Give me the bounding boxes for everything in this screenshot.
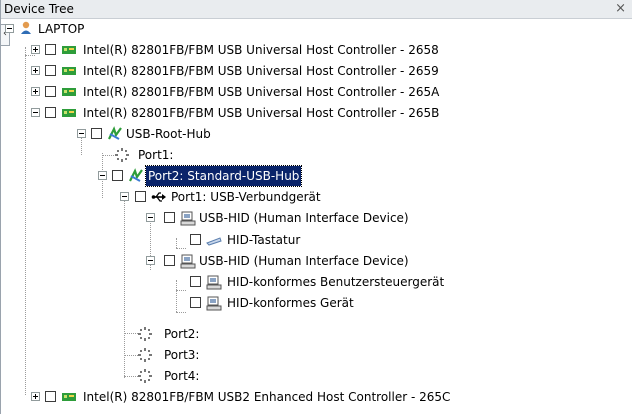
- checkbox[interactable]: [164, 212, 175, 223]
- node-label: Intel(R) 82801FB/FBM USB Universal Host …: [83, 43, 439, 57]
- collapse-toggle[interactable]: [98, 171, 107, 180]
- tree-node-composite-device[interactable]: Port1: USB-Verbundgerät: [1, 187, 632, 207]
- collapse-toggle[interactable]: [146, 256, 155, 265]
- node-label: LAPTOP: [38, 22, 85, 36]
- device-tree-panel: Device Tree × ‹ LAPTOP Intel(R) 82801FB/…: [0, 0, 632, 414]
- usb-composite-icon: [151, 192, 166, 202]
- tree-node-hid[interactable]: USB-HID (Human Interface Device): [1, 208, 632, 228]
- expand-toggle[interactable]: [31, 66, 40, 75]
- laptop-icon: [21, 21, 31, 34]
- node-label: HID-Tastatur: [227, 233, 301, 247]
- node-label: USB-Root-Hub: [126, 127, 211, 141]
- usb-controller-icon: [62, 393, 76, 401]
- checkbox[interactable]: [91, 128, 102, 139]
- usb-hub-icon: [129, 168, 143, 182]
- tree-node-root-hub[interactable]: USB-Root-Hub: [1, 124, 632, 144]
- node-label: Port1: USB-Verbundgerät: [171, 190, 321, 204]
- usb-controller-icon: [62, 88, 76, 96]
- collapse-toggle[interactable]: [120, 192, 129, 201]
- checkbox[interactable]: [45, 44, 56, 55]
- tree-node-hid[interactable]: USB-HID (Human Interface Device): [1, 251, 632, 271]
- node-label-selected: Port2: Standard-USB-Hub: [144, 165, 303, 187]
- tree-node-port2-hub[interactable]: Port2: Standard-USB-Hub: [1, 165, 632, 187]
- node-label: Intel(R) 82801FB/FBM USB Universal Host …: [83, 106, 440, 120]
- collapse-toggle[interactable]: [5, 24, 14, 33]
- checkbox[interactable]: [164, 255, 175, 266]
- usb-port-icon: [138, 348, 152, 362]
- node-label: Port2:: [164, 327, 200, 341]
- collapse-toggle[interactable]: [31, 108, 40, 117]
- collapse-toggle[interactable]: [146, 213, 155, 222]
- node-label: HID-konformes Gerät: [227, 296, 354, 310]
- usb-hub-icon: [108, 126, 122, 140]
- tree-node-hid-consumer-control[interactable]: HID-konformes Benutzersteuergerät: [1, 272, 632, 292]
- tree-node-laptop[interactable]: LAPTOP: [1, 19, 632, 39]
- node-label: Port4:: [164, 369, 200, 383]
- expand-toggle[interactable]: [31, 45, 40, 54]
- tree-node-port[interactable]: Port2:: [1, 324, 632, 344]
- checkbox[interactable]: [190, 234, 201, 245]
- node-label: USB-HID (Human Interface Device): [199, 211, 409, 225]
- usb-controller-icon: [62, 109, 76, 117]
- tree-node-host-controller[interactable]: Intel(R) 82801FB/FBM USB Universal Host …: [1, 61, 632, 81]
- node-label: HID-konformes Benutzersteuergerät: [227, 275, 445, 289]
- tree-node-port[interactable]: Port3:: [1, 345, 632, 365]
- expand-toggle[interactable]: [31, 87, 40, 96]
- tree-node-port[interactable]: Port1:: [1, 145, 632, 165]
- tree-node-host-controller[interactable]: Intel(R) 82801FB/FBM USB Universal Host …: [1, 40, 632, 60]
- node-label: Intel(R) 82801FB/FBM USB2 Enhanced Host …: [83, 390, 451, 404]
- checkbox[interactable]: [135, 191, 146, 202]
- checkbox[interactable]: [45, 86, 56, 97]
- hid-device-icon: [206, 275, 222, 290]
- checkbox[interactable]: [45, 391, 56, 402]
- panel-header: Device Tree ×: [1, 0, 632, 19]
- usb-controller-icon: [62, 67, 76, 75]
- node-label: Port3:: [164, 348, 200, 362]
- hid-device-icon: [180, 211, 196, 226]
- device-tree: LAPTOP Intel(R) 82801FB/FBM USB Universa…: [1, 19, 632, 414]
- panel-title: Device Tree: [4, 2, 74, 16]
- checkbox[interactable]: [190, 276, 201, 287]
- node-label: USB-HID (Human Interface Device): [199, 254, 409, 268]
- keyboard-icon: [206, 237, 222, 246]
- checkbox[interactable]: [112, 170, 123, 181]
- usb-controller-icon: [62, 46, 76, 54]
- node-label: Intel(R) 82801FB/FBM USB Universal Host …: [83, 64, 439, 78]
- tree-node-host-controller[interactable]: Intel(R) 82801FB/FBM USB Universal Host …: [1, 82, 632, 102]
- usb-port-icon: [138, 327, 152, 341]
- collapse-toggle[interactable]: [77, 129, 86, 138]
- checkbox[interactable]: [45, 107, 56, 118]
- tree-node-keyboard[interactable]: HID-Tastatur: [1, 230, 632, 250]
- expand-toggle[interactable]: [31, 392, 40, 401]
- checkbox[interactable]: [45, 65, 56, 76]
- close-icon[interactable]: ×: [615, 1, 626, 16]
- tree-node-hid-device[interactable]: HID-konformes Gerät: [1, 293, 632, 313]
- hid-device-icon: [180, 254, 196, 269]
- hid-device-icon: [206, 296, 222, 311]
- checkbox[interactable]: [190, 297, 201, 308]
- tree-node-host-controller[interactable]: Intel(R) 82801FB/FBM USB2 Enhanced Host …: [1, 387, 632, 407]
- usb-port-icon: [115, 148, 129, 162]
- tree-node-port[interactable]: Port4:: [1, 366, 632, 386]
- node-label: Port1:: [138, 148, 174, 162]
- node-label: Intel(R) 82801FB/FBM USB Universal Host …: [83, 85, 440, 99]
- tree-node-host-controller[interactable]: Intel(R) 82801FB/FBM USB Universal Host …: [1, 103, 632, 123]
- usb-port-icon: [138, 369, 152, 383]
